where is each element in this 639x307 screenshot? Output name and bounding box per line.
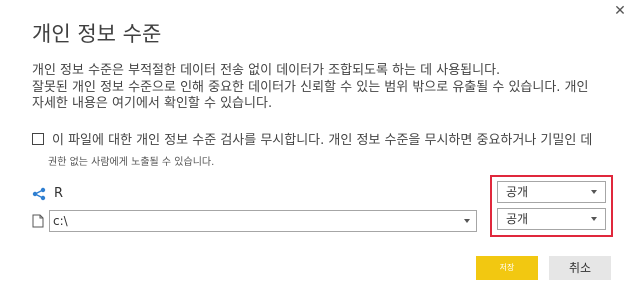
ignore-privacy-option[interactable]: 이 파일에 대한 개인 정보 수준 검사를 무시합니다. 개인 정보 수준을 무… bbox=[32, 129, 639, 148]
description: 개인 정보 수준은 부적절한 데이터 전송 없이 데이터가 조합되도록 하는 데… bbox=[32, 63, 639, 113]
dialog-title: 개인 정보 수준 bbox=[32, 22, 162, 46]
chevron-down-icon[interactable] bbox=[464, 219, 470, 223]
cancel-button[interactable]: 취소 bbox=[549, 256, 611, 280]
description-line: 잘못된 개인 정보 수준으로 인해 중요한 데이터가 신뢰할 수 있는 범위 밖… bbox=[32, 79, 589, 95]
ignore-privacy-label: 이 파일에 대한 개인 정보 수준 검사를 무시합니다. 개인 정보 수준을 무… bbox=[52, 133, 593, 148]
description-line: 개인 정보 수준은 부적절한 데이터 전송 없이 데이터가 조합되도록 하는 데… bbox=[32, 63, 501, 78]
ignore-privacy-sublabel: 권한 없는 사람에게 노출될 수 있습니다. bbox=[48, 157, 215, 168]
source-path-value: c:\ bbox=[53, 214, 68, 228]
close-icon[interactable]: ✕ bbox=[613, 4, 627, 18]
source-label: R bbox=[54, 186, 64, 201]
privacy-level-select-file[interactable]: 공개 bbox=[497, 208, 606, 230]
source-path-select[interactable]: c:\ bbox=[49, 210, 477, 232]
privacy-level-value: 공개 bbox=[506, 212, 529, 226]
chevron-down-icon[interactable] bbox=[591, 190, 597, 194]
save-button[interactable]: 저장 bbox=[476, 256, 538, 280]
privacy-levels-dialog: ✕ 개인 정보 수준 개인 정보 수준은 부적절한 데이터 전송 없이 데이터가… bbox=[0, 0, 639, 307]
r-source-icon bbox=[32, 187, 46, 200]
chevron-down-icon[interactable] bbox=[591, 217, 597, 221]
ignore-privacy-checkbox[interactable] bbox=[32, 132, 44, 145]
description-line: 자세한 내용은 여기에서 확인할 수 있습니다. bbox=[32, 96, 273, 111]
source-row-r: R bbox=[32, 186, 63, 201]
file-icon bbox=[32, 214, 44, 228]
privacy-level-select-r[interactable]: 공개 bbox=[497, 181, 606, 203]
privacy-level-value: 공개 bbox=[506, 185, 529, 199]
